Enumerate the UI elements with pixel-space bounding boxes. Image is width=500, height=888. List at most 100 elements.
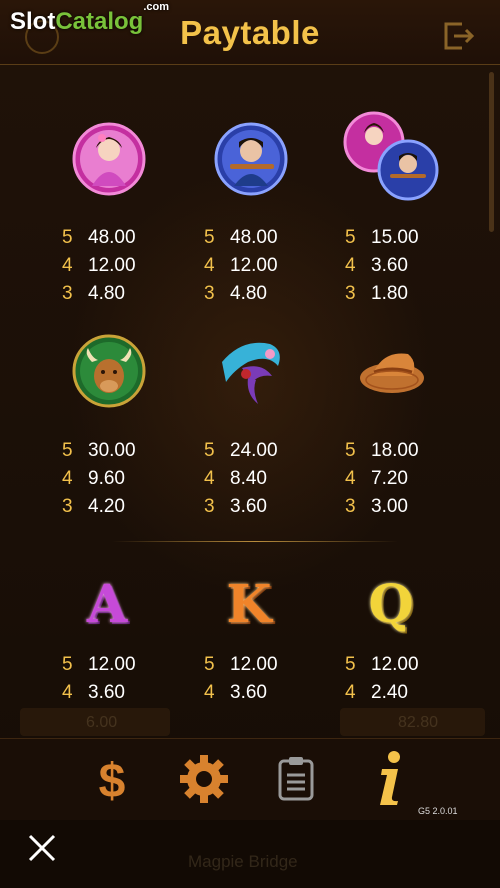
payout-value: 12.00 <box>88 255 136 276</box>
pink-lady-payouts: 5 48.00 4 12.00 3 4.80 <box>62 224 136 308</box>
payout-value: 18.00 <box>371 440 419 461</box>
payout-row: 4 3.60 <box>345 252 419 280</box>
payout-count: 4 <box>204 468 215 489</box>
letter-a-payouts: 5 12.00 4 3.60 <box>62 651 136 707</box>
scarf-symbol-icon <box>222 342 280 404</box>
game-name-ghost: Magpie Bridge <box>188 852 298 871</box>
payout-row: 5 48.00 <box>204 224 278 252</box>
payout-row: 5 18.00 <box>345 437 419 465</box>
blue-man-symbol-icon <box>214 122 288 196</box>
payout-row: 3 4.80 <box>204 280 278 308</box>
payout-value: 48.00 <box>230 227 278 248</box>
payout-value: 12.00 <box>88 654 136 675</box>
payout-count: 4 <box>345 682 356 703</box>
payout-value: 48.00 <box>88 227 136 248</box>
payout-row: 5 30.00 <box>62 437 136 465</box>
payout-count: 4 <box>62 682 73 703</box>
bet-value-ghost: 6.00 <box>86 714 118 731</box>
logo-suffix: .com <box>143 1 170 13</box>
payout-count: 4 <box>62 468 73 489</box>
ox-symbol-icon <box>72 334 146 408</box>
payout-row: 4 3.60 <box>62 679 136 707</box>
letter-k-payouts: 5 12.00 4 3.60 <box>204 651 278 707</box>
payout-row: 5 48.00 <box>62 224 136 252</box>
payout-count: 5 <box>204 440 215 461</box>
payout-count: 4 <box>204 682 215 703</box>
payout-row: 4 12.00 <box>204 252 278 280</box>
payout-row: 4 3.60 <box>204 679 278 707</box>
payout-count: 3 <box>62 496 73 517</box>
payout-count: 4 <box>345 255 356 276</box>
payout-count: 4 <box>345 468 356 489</box>
ox-payouts: 5 30.00 4 9.60 3 4.20 <box>62 437 136 521</box>
payout-value: 12.00 <box>230 255 278 276</box>
exit-icon[interactable] <box>442 20 476 52</box>
payout-row: 4 9.60 <box>62 465 136 493</box>
payout-row: 5 15.00 <box>345 224 419 252</box>
letter-q-symbol-icon: Q <box>368 574 414 635</box>
payout-count: 3 <box>345 283 356 304</box>
clipboard-icon[interactable] <box>268 751 324 807</box>
payout-count: 5 <box>204 227 215 248</box>
payout-count: 3 <box>345 496 356 517</box>
payout-value: 12.00 <box>371 654 419 675</box>
payout-count: 5 <box>345 654 356 675</box>
scarf-payouts: 5 24.00 4 8.40 3 3.60 <box>204 437 278 521</box>
payout-value: 7.20 <box>371 468 408 489</box>
letter-a-symbol-icon: A <box>86 574 128 635</box>
payout-value: 3.60 <box>88 682 125 703</box>
payout-count: 4 <box>62 255 73 276</box>
payout-value: 9.60 <box>88 468 125 489</box>
section-divider <box>112 541 398 542</box>
payout-value: 3.60 <box>371 255 408 276</box>
payout-value: 4.80 <box>230 283 267 304</box>
payout-row: 5 12.00 <box>204 651 278 679</box>
payout-count: 5 <box>204 654 215 675</box>
payout-value: 1.80 <box>371 283 408 304</box>
straw-hat-symbol-icon <box>360 353 424 393</box>
page-title: Paytable <box>180 14 320 51</box>
payout-count: 5 <box>345 440 356 461</box>
payout-count: 5 <box>62 227 73 248</box>
pink-lady-symbol-icon <box>72 122 146 196</box>
payout-value: 3.60 <box>230 682 267 703</box>
payout-value: 12.00 <box>230 654 278 675</box>
payout-row: 3 4.20 <box>62 493 136 521</box>
payout-count: 3 <box>204 496 215 517</box>
payout-count: 5 <box>62 440 73 461</box>
dollar-icon[interactable]: $ <box>84 751 140 807</box>
letter-q-payouts: 5 12.00 4 2.40 <box>345 651 419 707</box>
payout-row: 4 12.00 <box>62 252 136 280</box>
couple-symbol-icon <box>343 111 439 201</box>
blue-man-payouts: 5 48.00 4 12.00 3 4.80 <box>204 224 278 308</box>
payout-value: 8.40 <box>230 468 267 489</box>
payout-row: 3 3.00 <box>345 493 419 521</box>
payout-row: 5 12.00 <box>62 651 136 679</box>
payout-row: 3 1.80 <box>345 280 419 308</box>
payout-value: 24.00 <box>230 440 278 461</box>
payout-value: 3.00 <box>371 496 408 517</box>
couple-payouts: 5 15.00 4 3.60 3 1.80 <box>345 224 419 308</box>
info-icon[interactable] <box>360 747 420 811</box>
payout-row: 5 24.00 <box>204 437 278 465</box>
payout-value: 4.80 <box>88 283 125 304</box>
payout-count: 3 <box>62 283 73 304</box>
svg-text:$: $ <box>99 755 126 807</box>
version-label: G5 2.0.01 <box>418 806 458 816</box>
payout-value: 15.00 <box>371 227 419 248</box>
payout-count: 4 <box>204 255 215 276</box>
payout-value: 30.00 <box>88 440 136 461</box>
gear-icon[interactable] <box>176 751 232 807</box>
scrollbar[interactable] <box>489 72 494 232</box>
straw-hat-payouts: 5 18.00 4 7.20 3 3.00 <box>345 437 419 521</box>
payout-value: 3.60 <box>230 496 267 517</box>
payout-count: 5 <box>62 654 73 675</box>
close-icon[interactable] <box>22 828 62 868</box>
payout-row: 5 12.00 <box>345 651 419 679</box>
payout-row: 4 7.20 <box>345 465 419 493</box>
payout-count: 3 <box>204 283 215 304</box>
header: SlotCatalog.com Paytable <box>0 0 500 65</box>
payout-count: 5 <box>345 227 356 248</box>
payout-row: 3 3.60 <box>204 493 278 521</box>
payout-value: 2.40 <box>371 682 408 703</box>
